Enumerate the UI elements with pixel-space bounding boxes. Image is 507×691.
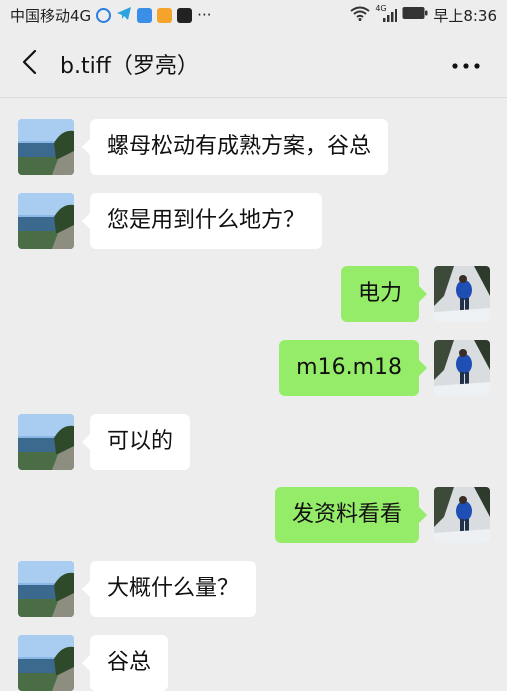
photo-app-icon: [137, 7, 153, 23]
telegram-app-icon: [116, 6, 132, 25]
chat-header: b.tiff（罗亮）: [0, 30, 507, 98]
signal-icon: 4G: [375, 4, 398, 23]
back-button[interactable]: [0, 30, 60, 98]
more-notifications-icon: ···: [197, 6, 212, 24]
message-bubble-incoming[interactable]: 可以的: [81, 414, 191, 470]
chevron-left-icon: [21, 49, 39, 79]
contact-avatar[interactable]: [18, 561, 74, 617]
video-app-icon: [157, 7, 173, 23]
message-bubble-outgoing[interactable]: 电力: [340, 266, 428, 322]
more-button[interactable]: [449, 48, 483, 78]
my-avatar[interactable]: [434, 266, 490, 322]
more-dots-icon: [452, 54, 480, 73]
carrier-label: 中国移动4G: [10, 6, 92, 25]
contact-avatar[interactable]: [18, 119, 74, 175]
status-bar-left: 中国移动4G ···: [10, 5, 211, 26]
message-bubble-incoming[interactable]: 谷总: [81, 635, 169, 691]
my-avatar[interactable]: [434, 340, 490, 396]
status-bar: 中国移动4G ··· 4G 早上8:36: [0, 0, 507, 30]
message-bubble-incoming[interactable]: 您是用到什么地方？: [81, 193, 323, 249]
tiktok-app-icon: [177, 7, 193, 23]
contact-avatar[interactable]: [18, 414, 74, 470]
chat-title: b.tiff（罗亮）: [60, 53, 199, 79]
message-bubble-incoming[interactable]: 螺母松动有成熟方案，谷总: [81, 119, 389, 175]
message-list[interactable]: 螺母松动有成熟方案，谷总 您是用到什么地方？ 电力 m16.m18 可以的 发资…: [0, 98, 507, 691]
message-bubble-outgoing[interactable]: 发资料看看: [274, 487, 428, 543]
battery-icon: [402, 6, 428, 24]
browser-app-icon: [96, 7, 112, 23]
message-bubble-incoming[interactable]: 大概什么量？: [81, 561, 257, 617]
my-avatar[interactable]: [434, 487, 490, 543]
contact-avatar[interactable]: [18, 635, 74, 691]
clock: 早上8:36: [433, 6, 497, 25]
contact-avatar[interactable]: [18, 193, 74, 249]
message-bubble-outgoing[interactable]: m16.m18: [279, 340, 427, 396]
wifi-icon: [350, 6, 370, 25]
status-bar-right: 4G 早上8:36: [350, 4, 497, 26]
